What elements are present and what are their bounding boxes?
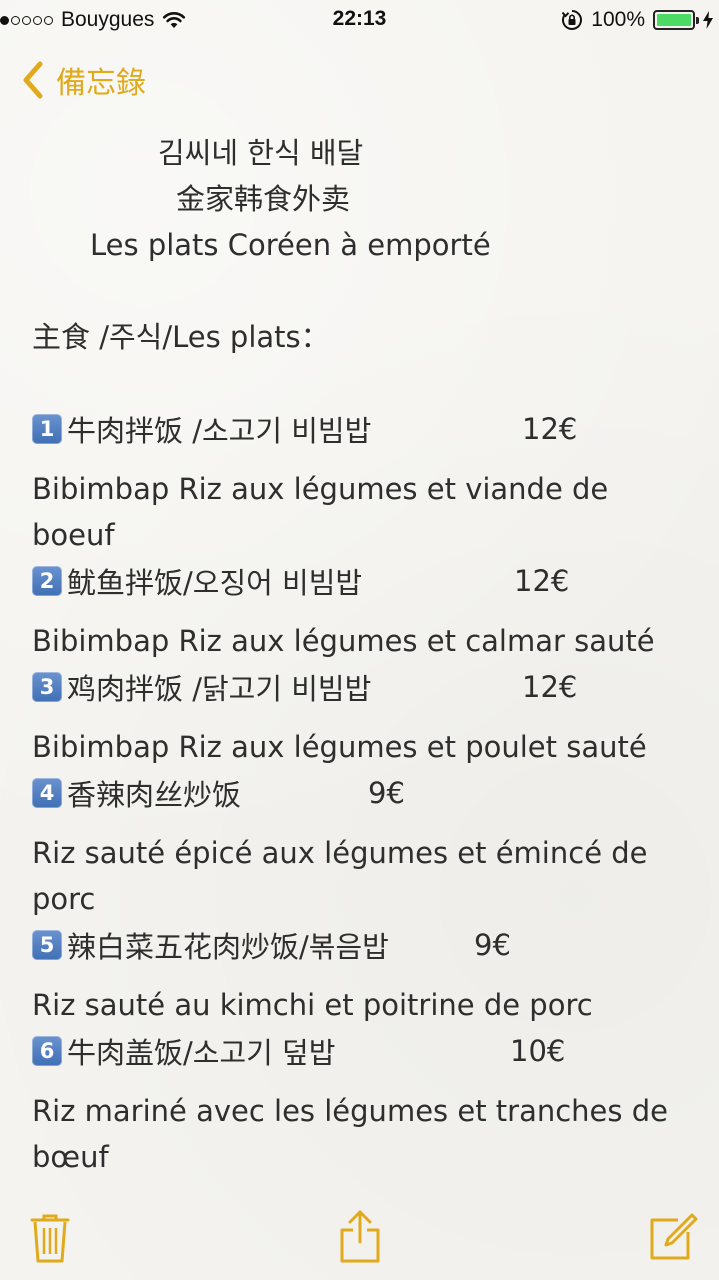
menu-item-name: 鱿鱼拌饭/오징어 비빔밥	[67, 566, 363, 600]
menu-item: 6 牛肉盖饭/소고기 덮밥 10€ Riz mariné avec les lég…	[32, 1028, 687, 1180]
menu-item: 4 香辣肉丝炒饭 9€ Riz sauté épicé aux légumes e…	[32, 770, 687, 922]
rotation-lock-icon	[562, 10, 583, 30]
menu-item-price: 10€	[510, 1034, 566, 1068]
number-3-icon: 3	[32, 672, 62, 702]
menu-item: 3 鸡肉拌饭 /닭고기 비빔밥 12€ Bibimbap Riz aux légu…	[32, 664, 687, 770]
menu-item-description: Bibimbap Riz aux légumes et viande de bo…	[32, 472, 609, 552]
trash-icon[interactable]	[30, 1212, 70, 1264]
back-label: 備忘錄	[56, 66, 146, 101]
menu-item-price: 9€	[474, 928, 511, 962]
battery-percent: 100%	[591, 8, 645, 31]
menu-item-header: 2 鱿鱼拌饭/오징어 비빔밥 12€	[32, 558, 687, 604]
number-4-icon: 4	[32, 778, 62, 808]
section-heading: 主食 /주식/Les plats：	[32, 320, 330, 354]
number-1-icon: 1	[32, 414, 62, 444]
menu-item-description: Riz sauté épicé aux légumes et émincé de…	[32, 836, 648, 916]
status-bar: Bouygues 22:13 100%	[0, 0, 719, 40]
menu-item-price: 12€	[514, 564, 570, 598]
menu-item-name: 鸡肉拌饭 /닭고기 비빔밥	[67, 672, 372, 706]
menu-item: 5 辣白菜五花肉炒饭/볶음밥 9€ Riz sauté au kimchi et …	[32, 922, 687, 1028]
charging-icon	[703, 11, 713, 29]
note-title-french: Les plats Coréen à emporté	[90, 228, 491, 262]
menu-item: 2 鱿鱼拌饭/오징어 비빔밥 12€ Bibimbap Riz aux légum…	[32, 558, 687, 664]
note-title-chinese: 金家韩食外卖	[176, 182, 351, 216]
menu-item-description: Riz sauté au kimchi et poitrine de porc	[32, 988, 593, 1022]
menu-item-description: Riz mariné avec les légumes et tranches …	[32, 1094, 668, 1174]
menu-item-name: 香辣肉丝炒饭	[67, 778, 242, 812]
note-body[interactable]: 김씨네 한식 배달 金家韩食外卖 Les plats Coréen à empo…	[32, 130, 687, 1200]
menu-item-price: 12€	[522, 412, 578, 446]
compose-icon[interactable]	[648, 1212, 698, 1262]
number-2-icon: 2	[32, 566, 62, 596]
menu-item-name: 牛肉盖饭/소고기 덮밥	[67, 1036, 336, 1070]
back-button[interactable]: 備忘錄	[18, 58, 146, 102]
menu-item-header: 1 牛肉拌饭 /소고기 비빔밥 12€	[32, 406, 687, 452]
menu-item-name: 辣白菜五花肉炒饭/볶음밥	[67, 930, 389, 964]
battery-icon	[653, 10, 699, 30]
status-right: 100%	[561, 6, 713, 34]
battery-fill	[657, 14, 691, 26]
note-title-korean: 김씨네 한식 배달	[158, 136, 364, 170]
menu-item-description: Bibimbap Riz aux légumes et poulet sauté	[32, 730, 647, 764]
menu-item-header: 3 鸡肉拌饭 /닭고기 비빔밥 12€	[32, 664, 687, 710]
menu-item-price: 12€	[522, 670, 578, 704]
menu-item: 1 牛肉拌饭 /소고기 비빔밥 12€ Bibimbap Riz aux légu…	[32, 406, 687, 558]
bottom-toolbar	[0, 1200, 719, 1280]
menu-item-price: 9€	[368, 776, 405, 810]
menu-item-header: 4 香辣肉丝炒饭 9€	[32, 770, 687, 816]
notes-screen: Bouygues 22:13 100% 備忘錄 김씨네 한식 배달 金家韩食外卖…	[0, 0, 719, 1280]
menu-item-description: Bibimbap Riz aux légumes et calmar sauté	[32, 624, 655, 658]
number-5-icon: 5	[32, 930, 62, 960]
menu-items-list: 1 牛肉拌饭 /소고기 비빔밥 12€ Bibimbap Riz aux légu…	[32, 406, 687, 1180]
menu-item-header: 6 牛肉盖饭/소고기 덮밥 10€	[32, 1028, 687, 1074]
number-6-icon: 6	[32, 1036, 62, 1066]
menu-item-name: 牛肉拌饭 /소고기 비빔밥	[67, 414, 372, 448]
share-icon[interactable]	[338, 1210, 382, 1264]
menu-item-header: 5 辣白菜五花肉炒饭/볶음밥 9€	[32, 922, 687, 968]
chevron-left-icon	[23, 61, 43, 99]
